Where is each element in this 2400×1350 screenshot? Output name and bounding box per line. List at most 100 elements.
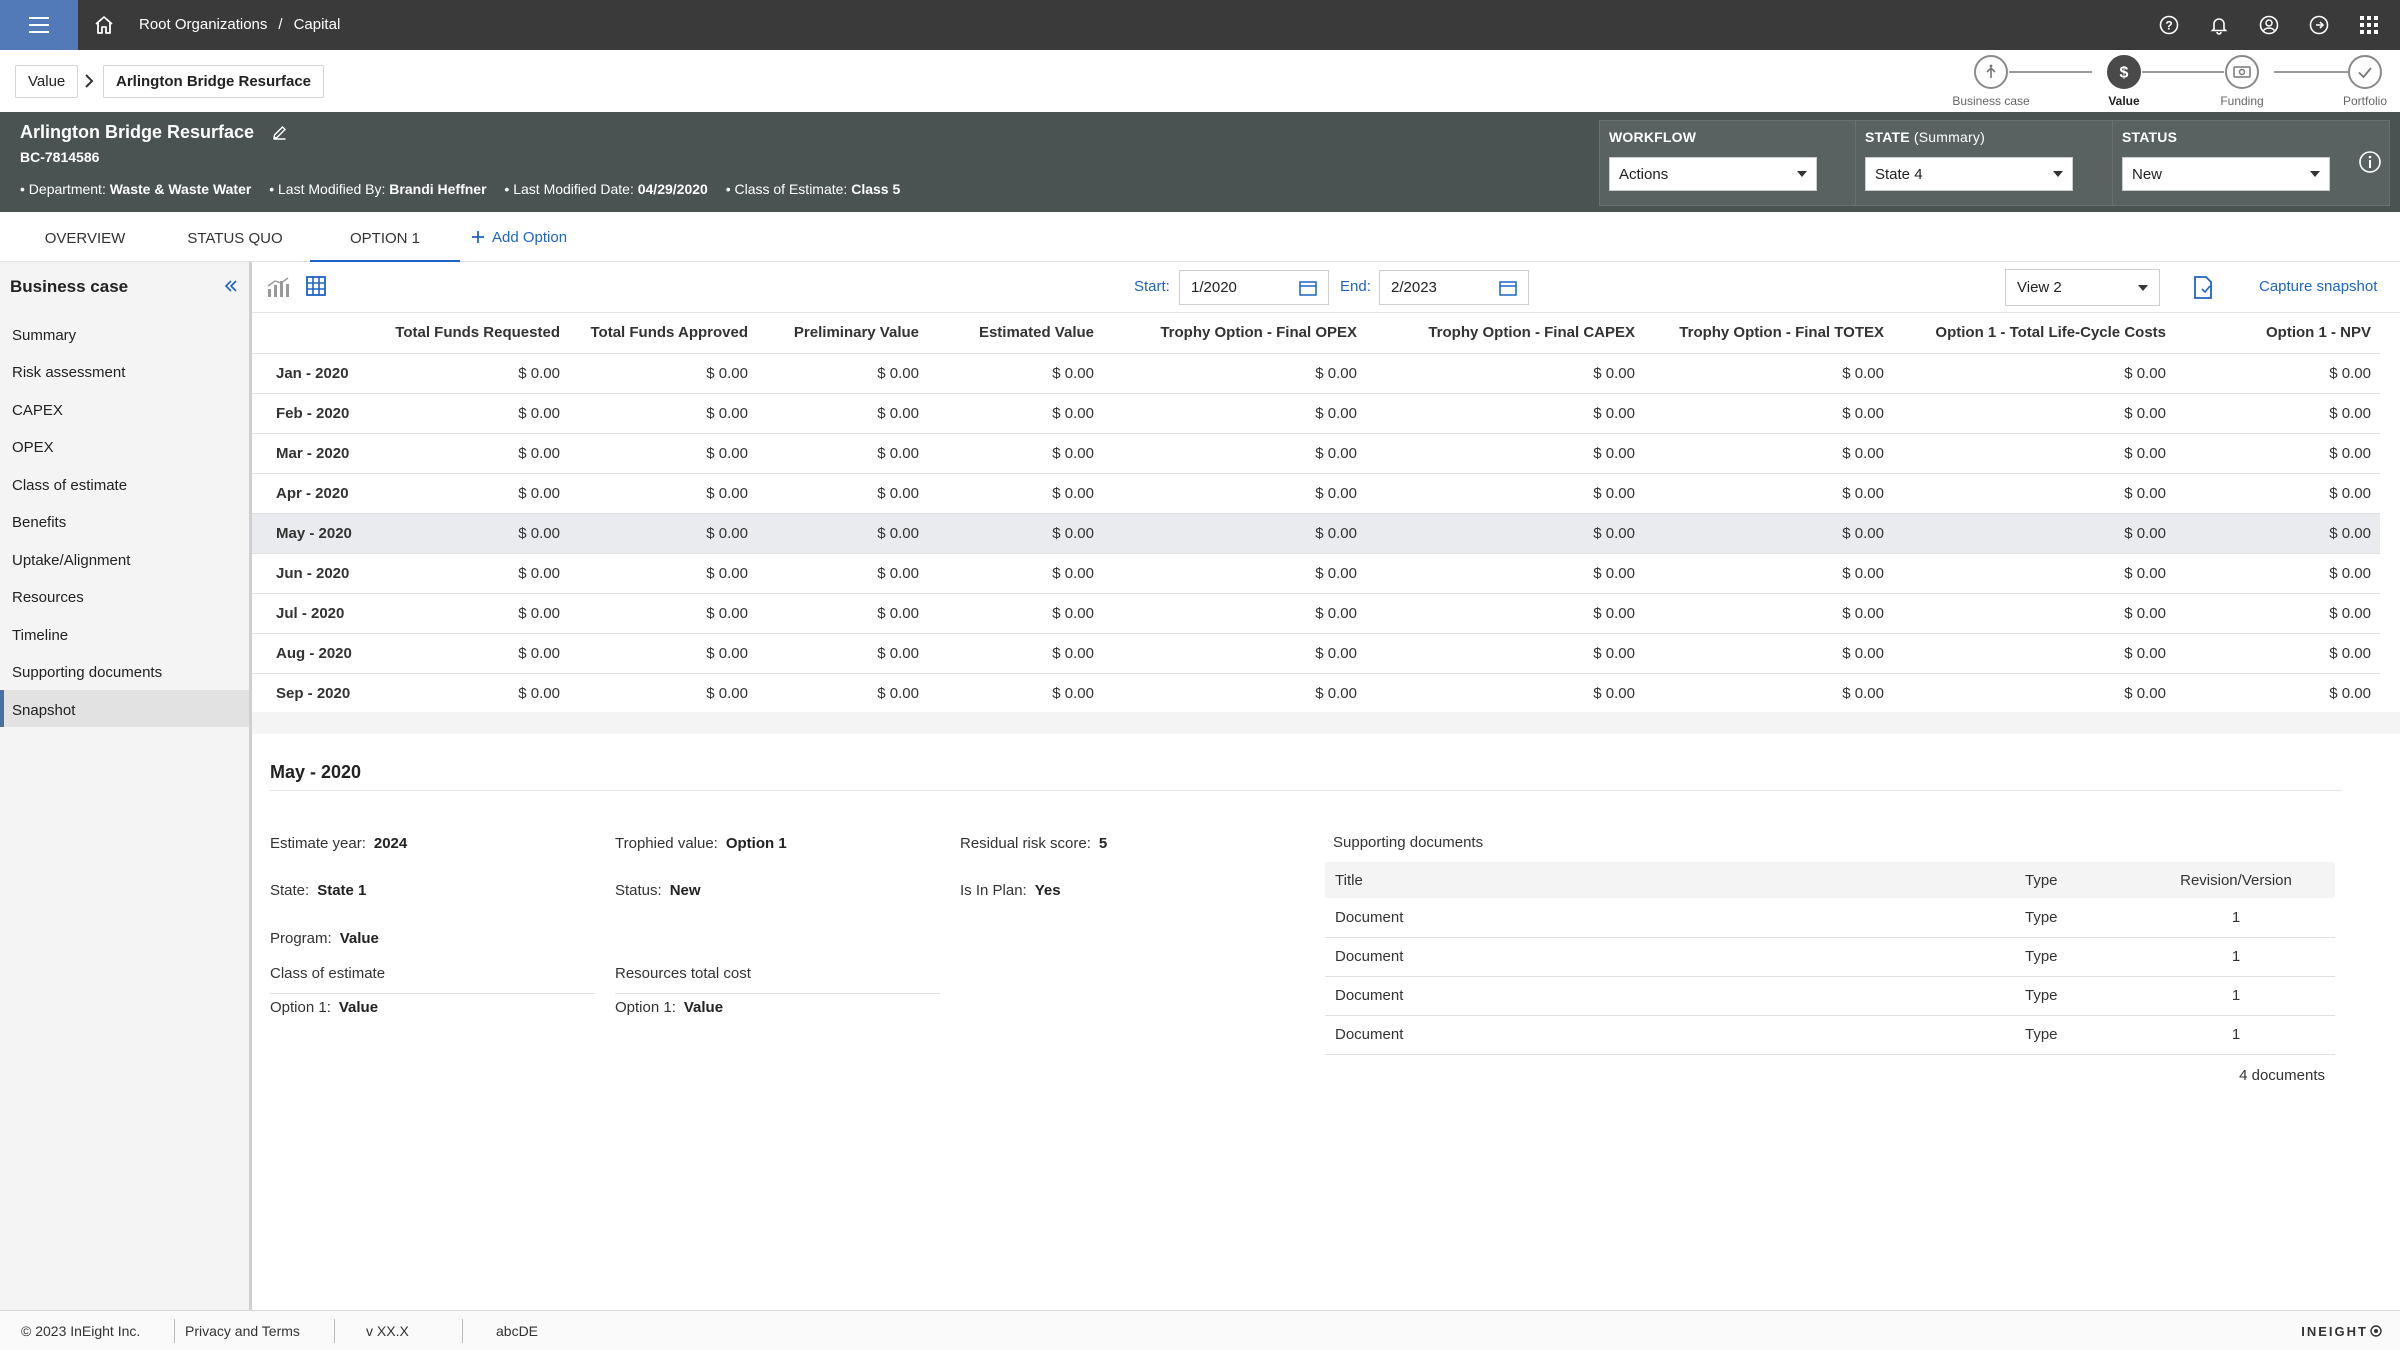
grid-view-icon[interactable]: [306, 276, 326, 296]
step-business-case[interactable]: Business case: [1931, 55, 2051, 108]
grid-header[interactable]: Total Funds Approved: [569, 313, 757, 354]
sign-out-button[interactable]: [2294, 0, 2344, 50]
step-funding[interactable]: Funding: [2182, 55, 2302, 108]
sidebar-item-uptake-alignment[interactable]: Uptake/Alignment: [0, 540, 249, 577]
status-select[interactable]: New: [2122, 157, 2330, 191]
home-icon[interactable]: [92, 13, 116, 37]
chart-view-icon[interactable]: [266, 276, 290, 298]
divider: [270, 790, 2342, 791]
cell-value: $ 0.00: [1893, 673, 2175, 714]
collapse-chevrons-icon[interactable]: [223, 278, 239, 294]
logo-mark-icon: [2370, 1325, 2382, 1337]
document-row[interactable]: Document Type 1: [1325, 1015, 2335, 1055]
row-month: Aug - 2020: [252, 633, 356, 674]
caret-down-icon: [2053, 171, 2063, 177]
edit-pencil-icon[interactable]: [272, 125, 287, 140]
start-date-input[interactable]: 1/2020: [1179, 270, 1329, 305]
doc-type: Type: [2015, 1015, 2127, 1055]
cell-value: $ 0.00: [1644, 433, 1893, 474]
sidebar-item-supporting-documents[interactable]: Supporting documents: [0, 652, 249, 689]
grid-header[interactable]: Option 1 - NPV: [2175, 313, 2380, 354]
grid-header[interactable]: Estimated Value: [928, 313, 1103, 354]
document-row[interactable]: Document Type 1: [1325, 898, 2335, 938]
table-row[interactable]: Aug - 2020 $ 0.00 $ 0.00 $ 0.00 $ 0.00 $ 0.00…: [252, 633, 2380, 674]
doc-header-type[interactable]: Type: [2015, 862, 2127, 898]
sidebar-item-opex[interactable]: OPEX: [0, 427, 249, 464]
add-option-button[interactable]: Add Option: [471, 212, 581, 262]
crumb-root-organizations[interactable]: Root Organizations: [139, 16, 267, 33]
snapshot-document-icon[interactable]: [2193, 274, 2213, 300]
table-row[interactable]: Jul - 2020 $ 0.00 $ 0.00 $ 0.00 $ 0.00 $ 0.00…: [252, 593, 2380, 634]
grid-header[interactable]: Trophy Option - Final CAPEX: [1366, 313, 1644, 354]
document-row[interactable]: Document Type 1: [1325, 937, 2335, 977]
table-row[interactable]: Jun - 2020 $ 0.00 $ 0.00 $ 0.00 $ 0.00 $ 0.00…: [252, 553, 2380, 594]
table-row[interactable]: Feb - 2020 $ 0.00 $ 0.00 $ 0.00 $ 0.00 $ 0.00…: [252, 393, 2380, 434]
cell-value: $ 0.00: [2175, 633, 2380, 674]
sidebar-item-capex[interactable]: CAPEX: [0, 390, 249, 427]
table-row[interactable]: Sep - 2020 $ 0.00 $ 0.00 $ 0.00 $ 0.00 $ 0.00…: [252, 673, 2380, 714]
sidebar-item-summary[interactable]: Summary: [0, 315, 249, 352]
sidebar-item-risk-assessment[interactable]: Risk assessment: [0, 352, 249, 389]
cell-value: $ 0.00: [757, 553, 928, 594]
grid-header[interactable]: Trophy Option - Final OPEX: [1103, 313, 1366, 354]
sidebar-item-timeline[interactable]: Timeline: [0, 615, 249, 652]
tab-status-quo[interactable]: STATUS QUO: [168, 212, 302, 262]
bell-icon: [2210, 18, 2228, 35]
grid-header[interactable]: Preliminary Value: [757, 313, 928, 354]
resources-total-cost-heading: Resources total cost: [615, 965, 940, 994]
cell-value: $ 0.00: [1366, 513, 1644, 554]
view-select[interactable]: View 2: [2005, 269, 2160, 306]
meta-class-of-estimate: • Class of Estimate: Class 5: [725, 181, 901, 197]
capture-snapshot-button[interactable]: Capture snapshot: [2259, 278, 2377, 295]
process-stepper: Business case $ Value Funding Portfolio: [0, 50, 2400, 112]
doc-title: Document: [1325, 976, 2015, 1016]
privacy-link[interactable]: Privacy and Terms: [185, 1323, 300, 1339]
cell-value: $ 0.00: [757, 433, 928, 474]
document-row[interactable]: Document Type 1: [1325, 976, 2335, 1016]
table-row[interactable]: May - 2020 $ 0.00 $ 0.00 $ 0.00 $ 0.00 $ 0.00…: [252, 513, 2380, 554]
workflow-select[interactable]: Actions: [1609, 157, 1817, 191]
step-value[interactable]: $ Value: [2064, 55, 2184, 108]
info-icon[interactable]: [2358, 150, 2382, 174]
calendar-icon[interactable]: [1299, 280, 1317, 296]
tab-overview[interactable]: OVERVIEW: [24, 212, 146, 262]
cell-value: $ 0.00: [1893, 433, 2175, 474]
version: v XX.X: [366, 1323, 409, 1339]
table-row[interactable]: Mar - 2020 $ 0.00 $ 0.00 $ 0.00 $ 0.00 $ 0.00…: [252, 433, 2380, 474]
sidebar-item-class-of-estimate[interactable]: Class of estimate: [0, 465, 249, 502]
grid-header[interactable]: Total Funds Requested: [356, 313, 569, 354]
state-select[interactable]: State 4: [1865, 157, 2073, 191]
cell-value: $ 0.00: [1103, 553, 1366, 594]
cell-value: $ 0.00: [1366, 393, 1644, 434]
table-row[interactable]: Apr - 2020 $ 0.00 $ 0.00 $ 0.00 $ 0.00 $ 0.00…: [252, 473, 2380, 514]
cell-value: $ 0.00: [1366, 593, 1644, 634]
doc-header-title[interactable]: Title: [1325, 862, 2015, 898]
apps-button[interactable]: [2344, 0, 2394, 50]
table-row[interactable]: Jan - 2020 $ 0.00 $ 0.00 $ 0.00 $ 0.00 $ 0.00…: [252, 353, 2380, 394]
caret-down-icon: [2138, 284, 2148, 291]
build-code: abcDE: [496, 1323, 539, 1339]
top-icons: ?: [2144, 0, 2394, 50]
crumb-capital[interactable]: Capital: [294, 16, 341, 33]
row-month: Jun - 2020: [252, 553, 356, 594]
step-portfolio[interactable]: Portfolio: [2305, 55, 2400, 108]
end-date-input[interactable]: 2/2023: [1379, 270, 1529, 305]
sidebar-item-resources[interactable]: Resources: [0, 577, 249, 614]
cell-value: $ 0.00: [757, 593, 928, 634]
menu-button[interactable]: [0, 0, 78, 50]
cell-value: $ 0.00: [2175, 553, 2380, 594]
cell-value: $ 0.00: [928, 393, 1103, 434]
cell-value: $ 0.00: [1893, 633, 2175, 674]
doc-header-revision[interactable]: Revision/Version: [2127, 862, 2335, 898]
tab-option-1[interactable]: OPTION 1: [310, 212, 460, 262]
cell-value: $ 0.00: [757, 393, 928, 434]
profile-button[interactable]: [2244, 0, 2294, 50]
help-button[interactable]: ?: [2144, 0, 2194, 50]
sidebar-item-snapshot[interactable]: Snapshot: [0, 690, 249, 727]
sidebar-item-benefits[interactable]: Benefits: [0, 502, 249, 539]
notifications-button[interactable]: [2194, 0, 2244, 50]
calendar-icon[interactable]: [1499, 280, 1517, 296]
grid-header[interactable]: Option 1 - Total Life-Cycle Costs: [1893, 313, 2175, 354]
cell-value: $ 0.00: [2175, 433, 2380, 474]
grid-header[interactable]: Trophy Option - Final TOTEX: [1644, 313, 1893, 354]
